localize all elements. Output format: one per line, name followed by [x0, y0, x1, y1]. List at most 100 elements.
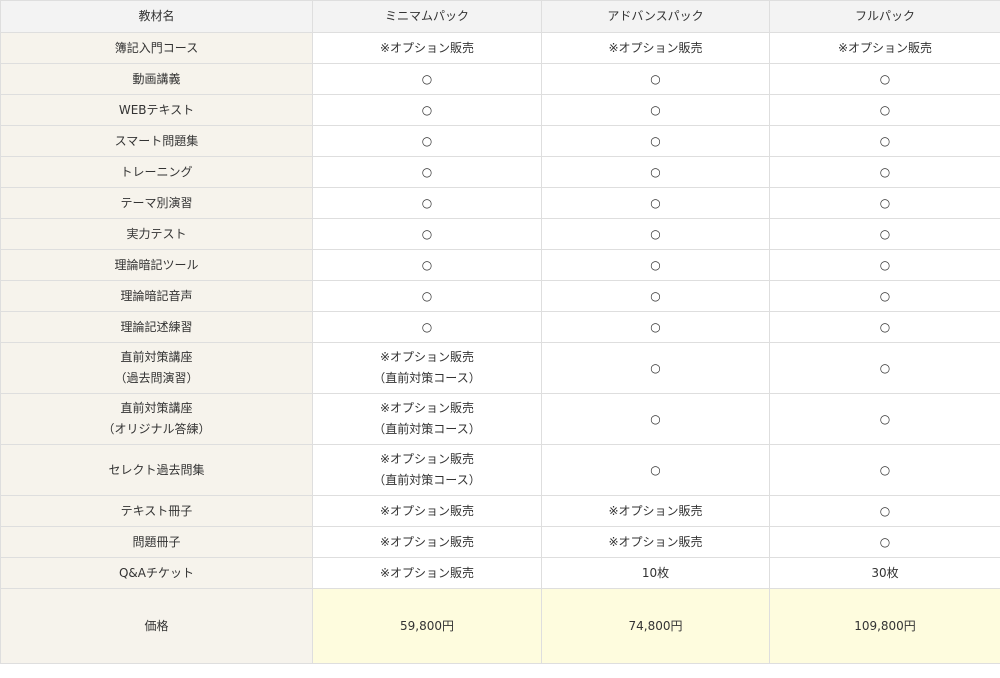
table-row: スマート問題集 ○ ○ ○ — [0, 125, 1000, 157]
package-comparison-table: 教材名 ミニマムパック アドバンスパック フルパック 簿記入門コース ※オプショ… — [0, 0, 1000, 664]
table-cell: ○ — [541, 311, 770, 343]
table-cell: ○ — [769, 311, 1000, 343]
cell-main: ※オプション販売 — [379, 452, 475, 466]
table-cell: ※オプション販売 （直前対策コース） — [312, 342, 542, 394]
table-cell: ○ — [769, 444, 1000, 496]
table-row: 問題冊子 ※オプション販売 ※オプション販売 ○ — [0, 526, 1000, 558]
table-cell: ※オプション販売 — [541, 495, 770, 527]
table-cell: ○ — [312, 125, 542, 157]
table-row: 動画講義 ○ ○ ○ — [0, 63, 1000, 95]
table-cell: ※オプション販売 — [312, 526, 542, 558]
price-row: 価格 59,800円 74,800円 109,800円 — [0, 588, 1000, 664]
table-cell: ○ — [541, 393, 770, 445]
row-label-sub: （オリジナル答練） — [102, 422, 211, 436]
table-cell: ※オプション販売 — [541, 32, 770, 64]
row-label: テーマ別演習 — [0, 187, 313, 219]
table-row: 理論記述練習 ○ ○ ○ — [0, 311, 1000, 343]
table-cell: ○ — [541, 156, 770, 188]
row-label: 理論暗記ツール — [0, 249, 313, 281]
table-cell: ○ — [312, 249, 542, 281]
row-label: トレーニング — [0, 156, 313, 188]
row-label: 実力テスト — [0, 218, 313, 250]
table-cell: ○ — [769, 187, 1000, 219]
cell-main: ※オプション販売 — [379, 350, 475, 364]
header-advance-pack: アドバンスパック — [541, 0, 770, 33]
table-cell: ○ — [541, 444, 770, 496]
table-cell: ※オプション販売 — [312, 32, 542, 64]
header-material-name: 教材名 — [0, 0, 313, 33]
table-row: 簿記入門コース ※オプション販売 ※オプション販売 ※オプション販売 — [0, 32, 1000, 64]
table-cell: ※オプション販売 — [541, 526, 770, 558]
price-minimum: 59,800円 — [312, 588, 542, 664]
table-cell: ○ — [769, 156, 1000, 188]
table-row: セレクト過去問集 ※オプション販売 （直前対策コース） ○ ○ — [0, 444, 1000, 496]
row-label: 動画講義 — [0, 63, 313, 95]
row-label: 簿記入門コース — [0, 32, 313, 64]
table-cell: ○ — [769, 393, 1000, 445]
table-row: トレーニング ○ ○ ○ — [0, 156, 1000, 188]
table-cell: ○ — [769, 125, 1000, 157]
table-cell: ○ — [769, 249, 1000, 281]
table-cell: ○ — [769, 218, 1000, 250]
table-row: テーマ別演習 ○ ○ ○ — [0, 187, 1000, 219]
table-row: 理論暗記音声 ○ ○ ○ — [0, 280, 1000, 312]
table-cell: ○ — [769, 526, 1000, 558]
price-label: 価格 — [0, 588, 313, 664]
header-row: 教材名 ミニマムパック アドバンスパック フルパック — [0, 0, 1000, 33]
row-label: 問題冊子 — [0, 526, 313, 558]
table-row: 実力テスト ○ ○ ○ — [0, 218, 1000, 250]
table-cell: ○ — [769, 94, 1000, 126]
table-cell: ※オプション販売 （直前対策コース） — [312, 444, 542, 496]
cell-sub: （直前対策コース） — [373, 473, 481, 487]
table-cell: ○ — [312, 187, 542, 219]
table-cell: ○ — [541, 187, 770, 219]
table-row: WEBテキスト ○ ○ ○ — [0, 94, 1000, 126]
cell-sub: （直前対策コース） — [373, 422, 481, 436]
table-cell: ※オプション販売 — [312, 557, 542, 589]
table-cell: ○ — [541, 342, 770, 394]
row-label: Q&Aチケット — [0, 557, 313, 589]
price-advance: 74,800円 — [541, 588, 770, 664]
cell-sub: （直前対策コース） — [373, 371, 481, 385]
table-row: Q&Aチケット ※オプション販売 10枚 30枚 — [0, 557, 1000, 589]
table-cell: ○ — [541, 249, 770, 281]
table-cell: ○ — [312, 311, 542, 343]
table-cell: ○ — [769, 495, 1000, 527]
table-cell: ○ — [769, 63, 1000, 95]
table-cell: ○ — [312, 94, 542, 126]
table-cell: ○ — [312, 63, 542, 95]
table-cell: ○ — [541, 63, 770, 95]
table-cell: ○ — [541, 94, 770, 126]
table-cell: 10枚 — [541, 557, 770, 589]
row-label: テキスト冊子 — [0, 495, 313, 527]
table-cell: ※オプション販売 — [312, 495, 542, 527]
row-label-sub: （過去問演習） — [114, 371, 199, 385]
table-cell: ※オプション販売 — [769, 32, 1000, 64]
table-cell: ○ — [769, 342, 1000, 394]
row-label: セレクト過去問集 — [0, 444, 313, 496]
row-label-main: 直前対策講座 — [120, 401, 193, 415]
row-label: 理論記述練習 — [0, 311, 313, 343]
row-label: WEBテキスト — [0, 94, 313, 126]
row-label: 理論暗記音声 — [0, 280, 313, 312]
table-cell: ○ — [312, 218, 542, 250]
header-full-pack: フルパック — [769, 0, 1000, 33]
table-cell: ○ — [541, 125, 770, 157]
table-row: 直前対策講座 （過去問演習） ※オプション販売 （直前対策コース） ○ ○ — [0, 342, 1000, 394]
price-full: 109,800円 — [769, 588, 1000, 664]
table-cell: 30枚 — [769, 557, 1000, 589]
table-cell: ○ — [312, 280, 542, 312]
row-label-main: 直前対策講座 — [120, 350, 193, 364]
cell-main: ※オプション販売 — [379, 401, 475, 415]
row-label: 直前対策講座 （オリジナル答練） — [0, 393, 313, 445]
table-cell: ※オプション販売 （直前対策コース） — [312, 393, 542, 445]
table-row: テキスト冊子 ※オプション販売 ※オプション販売 ○ — [0, 495, 1000, 527]
header-minimum-pack: ミニマムパック — [312, 0, 542, 33]
table-cell: ○ — [541, 218, 770, 250]
row-label: スマート問題集 — [0, 125, 313, 157]
table-cell: ○ — [769, 280, 1000, 312]
row-label: 直前対策講座 （過去問演習） — [0, 342, 313, 394]
table-cell: ○ — [541, 280, 770, 312]
table-row: 理論暗記ツール ○ ○ ○ — [0, 249, 1000, 281]
table-cell: ○ — [312, 156, 542, 188]
